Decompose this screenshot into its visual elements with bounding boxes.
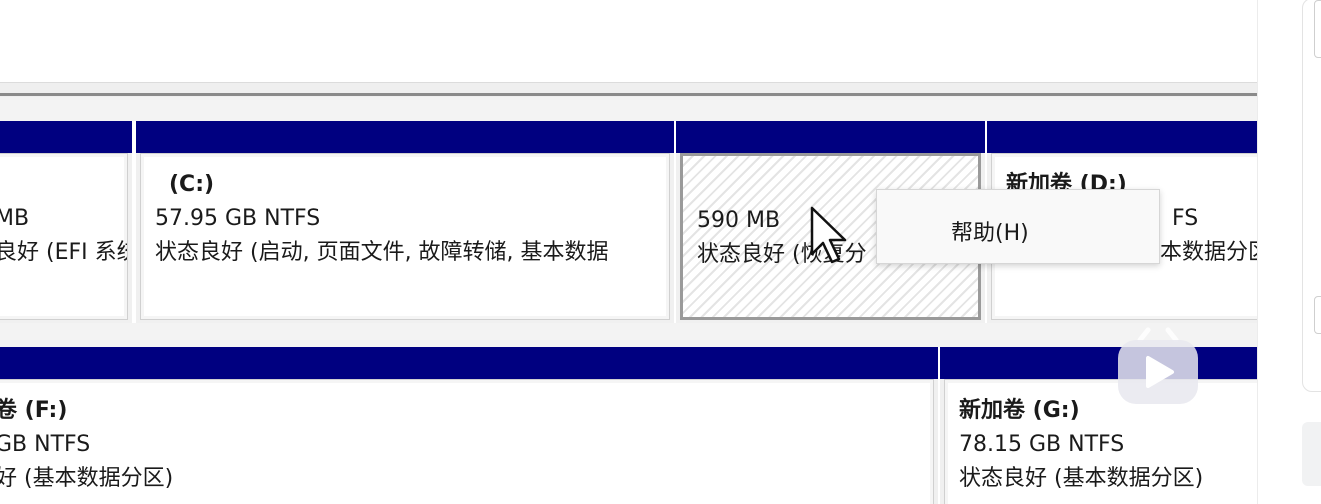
bilibili-tv-icon[interactable] bbox=[1112, 324, 1204, 408]
partition-name: 卷 (F:) bbox=[0, 398, 68, 423]
volume-list-area bbox=[0, 0, 1257, 82]
partition-bar bbox=[676, 121, 985, 153]
partition-size: GB NTFS bbox=[0, 432, 91, 457]
side-control-middle[interactable] bbox=[1314, 296, 1321, 334]
partition-size: 57.95 GB NTFS bbox=[155, 206, 321, 231]
partition-status: 状态良好 (启动, 页面文件, 故障转储, 基本数据 bbox=[155, 240, 609, 265]
partition-status: 良好 (EFI 系统 bbox=[0, 240, 127, 265]
partition-bar bbox=[0, 121, 132, 153]
partition-box[interactable]: MB 良好 (EFI 系统 bbox=[0, 153, 128, 320]
partition-box[interactable]: (C:) 57.95 GB NTFS 状态良好 (启动, 页面文件, 故障转储,… bbox=[140, 153, 670, 320]
partition-bar bbox=[136, 121, 674, 153]
partition-c[interactable]: (C:) 57.95 GB NTFS 状态良好 (启动, 页面文件, 故障转储,… bbox=[136, 121, 674, 323]
disk-row-gap bbox=[0, 97, 1257, 121]
side-control-top[interactable] bbox=[1314, 0, 1321, 58]
menu-item-help[interactable]: 帮助(H) bbox=[877, 190, 1159, 263]
partition-bar bbox=[987, 121, 1257, 153]
partition-f[interactable]: 卷 (F:) GB NTFS 好 (基本数据分区) bbox=[0, 347, 938, 504]
disk-row-gap bbox=[0, 323, 1257, 347]
partition-status: 好 (基本数据分区) bbox=[0, 466, 174, 491]
side-button-bottom[interactable] bbox=[1302, 422, 1321, 486]
partition-name: (C:) bbox=[169, 172, 215, 197]
partition-g[interactable]: 新加卷 (G:) 78.15 GB NTFS 状态良好 (基本数据分区) bbox=[940, 347, 1257, 504]
pane-splitter[interactable] bbox=[0, 82, 1257, 97]
partition-efi[interactable]: MB 良好 (EFI 系统 bbox=[0, 121, 132, 323]
partition-box[interactable]: 新加卷 (G:) 78.15 GB NTFS 状态良好 (基本数据分区) bbox=[944, 379, 1257, 504]
partition-size: 78.15 GB NTFS bbox=[959, 432, 1125, 457]
partition-bar bbox=[940, 347, 1257, 379]
partition-name: 新加卷 (G:) bbox=[959, 398, 1080, 423]
disk-management-view: MB 良好 (EFI 系统 (C:) 57.95 GB NTFS 状态良好 (启… bbox=[0, 0, 1257, 504]
context-menu: 帮助(H) bbox=[876, 189, 1160, 264]
partition-name bbox=[0, 168, 127, 202]
partition-status: 状态良好 (基本数据分区) bbox=[959, 466, 1204, 491]
side-panel bbox=[1257, 0, 1321, 504]
partition-bar bbox=[0, 347, 938, 379]
partition-box[interactable]: 卷 (F:) GB NTFS 好 (基本数据分区) bbox=[0, 379, 934, 504]
partition-size: MB bbox=[0, 206, 30, 231]
arrow-cursor-icon bbox=[810, 206, 847, 264]
